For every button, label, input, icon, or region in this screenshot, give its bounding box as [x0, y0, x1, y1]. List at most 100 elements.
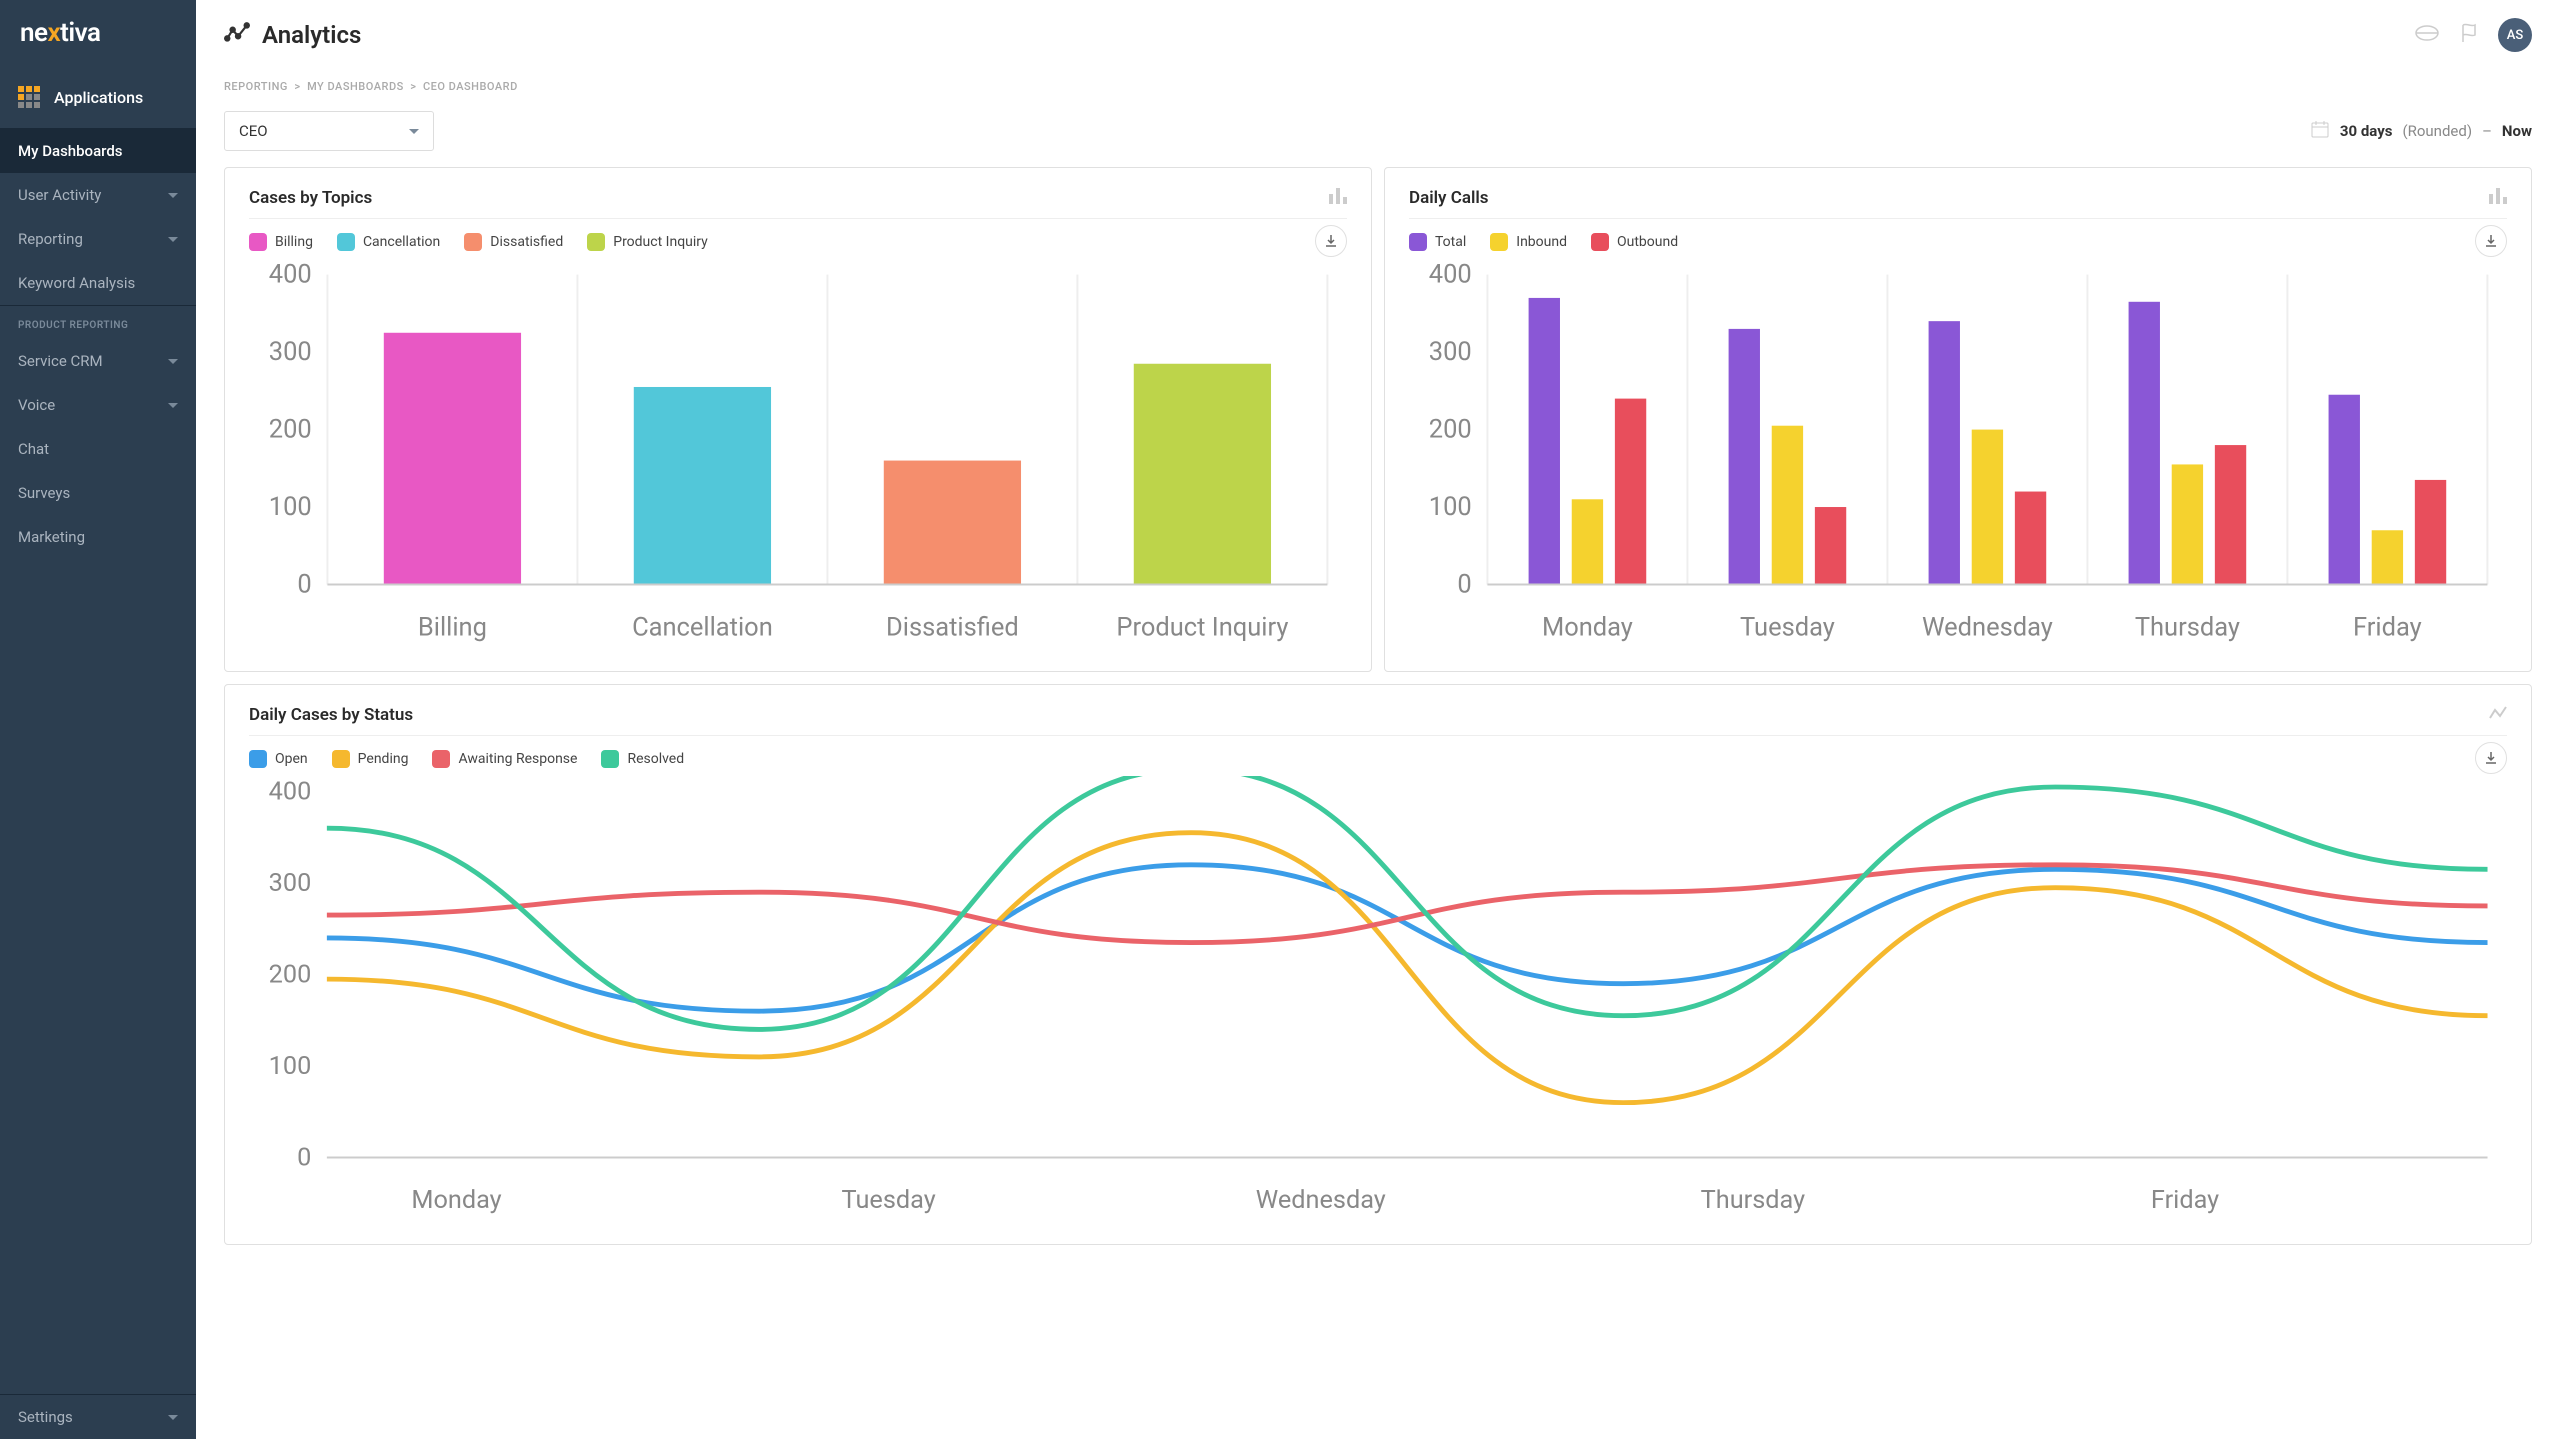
sidebar-item-reporting[interactable]: Reporting: [0, 217, 196, 261]
sidebar: nextiva Applications My Dashboards User A…: [0, 0, 196, 1439]
sidebar-item-label: Surveys: [18, 484, 70, 502]
svg-text:300: 300: [269, 869, 312, 898]
legend-item[interactable]: Dissatisfied: [464, 233, 563, 251]
chevron-down-icon: [168, 193, 178, 198]
svg-text:Monday: Monday: [1542, 612, 1633, 642]
sidebar-item-settings[interactable]: Settings: [0, 1395, 196, 1439]
sidebar-item-label: Keyword Analysis: [18, 274, 135, 292]
sidebar-item-service-crm[interactable]: Service CRM: [0, 339, 196, 383]
bar-chart-icon[interactable]: [2489, 188, 2507, 208]
svg-text:Product Inquiry: Product Inquiry: [1116, 612, 1288, 642]
sidebar-item-chat[interactable]: Chat: [0, 427, 196, 471]
chevron-down-icon: [168, 237, 178, 242]
legend-label: Billing: [275, 234, 313, 250]
sidebar-item-my-dashboards[interactable]: My Dashboards: [0, 129, 196, 173]
dropdown-value: CEO: [239, 122, 268, 140]
page-header: Analytics AS: [196, 0, 2560, 70]
svg-text:300: 300: [1429, 337, 1472, 367]
inbox-icon[interactable]: [2414, 23, 2440, 47]
card-title: Daily Calls: [1409, 188, 1489, 208]
download-button[interactable]: [1315, 225, 1347, 257]
svg-text:Billing: Billing: [418, 612, 487, 642]
legend-item[interactable]: Product Inquiry: [587, 233, 708, 251]
chevron-down-icon: [168, 403, 178, 408]
sidebar-item-label: Voice: [18, 396, 55, 414]
legend-label: Pending: [358, 751, 409, 767]
svg-text:0: 0: [297, 1143, 311, 1172]
user-avatar[interactable]: AS: [2498, 18, 2532, 52]
sidebar-item-label: Chat: [18, 440, 49, 458]
chevron-down-icon: [168, 359, 178, 364]
svg-text:100: 100: [269, 1052, 312, 1081]
legend-item[interactable]: Billing: [249, 233, 313, 251]
brand-logo: nextiva: [0, 0, 196, 66]
svg-text:Thursday: Thursday: [1701, 1186, 1805, 1215]
card-cases-by-topics: Cases by Topics Billing Cancellation Dissa…: [224, 167, 1372, 672]
legend-item[interactable]: Outbound: [1591, 233, 1678, 251]
legend-swatch: [432, 750, 450, 768]
user-initials: AS: [2507, 28, 2524, 43]
legend-swatch: [464, 233, 482, 251]
svg-text:200: 200: [269, 414, 312, 444]
sidebar-item-label: User Activity: [18, 186, 101, 204]
sidebar-item-voice[interactable]: Voice: [0, 383, 196, 427]
legend-swatch: [337, 233, 355, 251]
page-title: Analytics: [262, 21, 361, 49]
svg-text:Friday: Friday: [2353, 612, 2422, 642]
chevron-down-icon: [409, 129, 419, 134]
sidebar-item-user-activity[interactable]: User Activity: [0, 173, 196, 217]
legend-label: Dissatisfied: [490, 234, 563, 250]
svg-text:Friday: Friday: [2151, 1186, 2219, 1215]
svg-text:400: 400: [269, 260, 312, 290]
legend-item[interactable]: Open: [249, 750, 308, 768]
sidebar-item-label: Marketing: [18, 528, 85, 546]
legend-item[interactable]: Pending: [332, 750, 409, 768]
svg-text:Monday: Monday: [411, 1186, 501, 1215]
legend-item[interactable]: Awaiting Response: [432, 750, 577, 768]
svg-text:Wednesday: Wednesday: [1922, 612, 2053, 642]
sidebar-item-label: Reporting: [18, 230, 83, 248]
breadcrumb: REPORTING > MY DASHBOARDS > CEO DASHBOAR…: [224, 70, 2532, 103]
legend-item[interactable]: Total: [1409, 233, 1466, 251]
legend-item[interactable]: Resolved: [601, 750, 684, 768]
card-daily-cases-by-status: Daily Cases by Status Open Pending Awaitin…: [224, 684, 2532, 1245]
apps-grid-icon: [18, 86, 40, 108]
sidebar-item-keyword-analysis[interactable]: Keyword Analysis: [0, 261, 196, 305]
date-range-rounding: (Rounded): [2402, 122, 2472, 140]
applications-label: Applications: [54, 88, 143, 107]
legend-label: Total: [1435, 234, 1466, 250]
dashboard-selector[interactable]: CEO: [224, 111, 434, 151]
sidebar-item-marketing[interactable]: Marketing: [0, 515, 196, 559]
legend-swatch: [332, 750, 350, 768]
download-button[interactable]: [2475, 742, 2507, 774]
legend-swatch: [249, 233, 267, 251]
svg-text:Wednesday: Wednesday: [1256, 1186, 1386, 1215]
sidebar-item-label: Service CRM: [18, 352, 103, 370]
legend-item[interactable]: Cancellation: [337, 233, 440, 251]
legend-label: Awaiting Response: [458, 751, 577, 767]
legend-label: Outbound: [1617, 234, 1678, 250]
legend-swatch: [1591, 233, 1609, 251]
date-range-selector[interactable]: 30 days (Rounded) – Now: [2310, 119, 2532, 143]
download-button[interactable]: [2475, 225, 2507, 257]
card-title: Cases by Topics: [249, 188, 372, 208]
sidebar-item-label: Settings: [18, 1408, 73, 1426]
date-range-end: Now: [2502, 122, 2532, 140]
svg-text:Tuesday: Tuesday: [842, 1186, 936, 1215]
sidebar-item-surveys[interactable]: Surveys: [0, 471, 196, 515]
applications-header[interactable]: Applications: [0, 66, 196, 129]
card-title: Daily Cases by Status: [249, 705, 413, 725]
bar-chart-icon[interactable]: [1329, 188, 1347, 208]
svg-text:Tuesday: Tuesday: [1740, 612, 1835, 642]
legend-label: Inbound: [1516, 234, 1567, 250]
svg-text:200: 200: [269, 960, 312, 989]
analytics-icon: [224, 20, 250, 50]
line-chart-icon[interactable]: [2489, 705, 2507, 725]
legend-label: Product Inquiry: [613, 234, 708, 250]
svg-text:Cancellation: Cancellation: [632, 612, 773, 642]
flag-icon[interactable]: [2458, 22, 2480, 48]
legend-item[interactable]: Inbound: [1490, 233, 1567, 251]
legend-label: Cancellation: [363, 234, 440, 250]
legend-label: Open: [275, 751, 308, 767]
svg-text:400: 400: [269, 777, 312, 806]
